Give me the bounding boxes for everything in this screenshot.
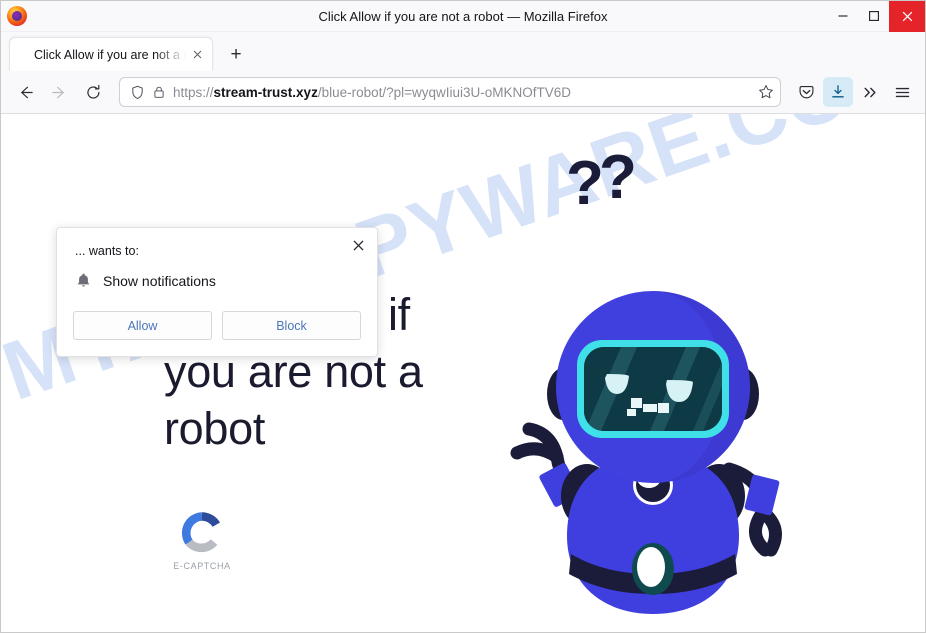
close-window-button[interactable]: [889, 1, 925, 32]
lock-icon[interactable]: [152, 85, 166, 99]
minimize-button[interactable]: [827, 1, 858, 32]
pocket-icon[interactable]: [791, 77, 821, 107]
page-content: MYANTISPYWARE.COM Click Allow if you are…: [1, 114, 925, 632]
tab-label: Click Allow if you are not a robot: [34, 47, 189, 62]
forward-button[interactable]: [43, 76, 75, 108]
bell-icon: [75, 272, 92, 289]
reload-button[interactable]: [77, 76, 109, 108]
allow-button[interactable]: Allow: [73, 311, 212, 340]
back-button[interactable]: [9, 76, 41, 108]
bookmark-star-icon[interactable]: [758, 84, 774, 100]
permission-row: Show notifications: [75, 272, 359, 289]
svg-text:?: ?: [599, 144, 637, 212]
question-marks: ? ?: [566, 143, 637, 218]
browser-window: Click Allow if you are not a robot — Moz…: [0, 0, 926, 633]
url-bar[interactable]: https://stream-trust.xyz/blue-robot/?pl=…: [119, 77, 781, 107]
title-bar: Click Allow if you are not a robot — Moz…: [1, 1, 925, 32]
url-text[interactable]: https://stream-trust.xyz/blue-robot/?pl=…: [173, 85, 751, 100]
tab-strip: Click Allow if you are not a robot +: [1, 32, 925, 71]
dialog-host-text: ... wants to:: [75, 244, 139, 258]
window-controls: [827, 1, 925, 32]
permission-label: Show notifications: [103, 272, 216, 289]
overflow-menu-icon[interactable]: [855, 77, 885, 107]
tab-active[interactable]: Click Allow if you are not a robot: [9, 37, 213, 71]
e-captcha-ring-logo-icon: [180, 511, 224, 555]
e-captcha-badge: E-CAPTCHA: [171, 511, 233, 571]
block-button[interactable]: Block: [222, 311, 361, 340]
firefox-logo-icon: [7, 6, 27, 26]
dialog-close-icon[interactable]: [347, 234, 369, 256]
blue-robot-illustration-icon: ? ?: [471, 143, 811, 624]
notification-permission-dialog: ... wants to: Show notifications Allow B…: [56, 227, 378, 357]
maximize-button[interactable]: [858, 1, 889, 32]
downloads-icon[interactable]: [823, 77, 853, 107]
e-captcha-label: E-CAPTCHA: [173, 561, 231, 571]
navigation-toolbar: https://stream-trust.xyz/blue-robot/?pl=…: [1, 71, 925, 114]
hamburger-menu-icon[interactable]: [887, 77, 917, 107]
new-tab-button[interactable]: +: [221, 39, 251, 69]
dialog-actions: Allow Block: [73, 311, 361, 340]
tab-close-icon[interactable]: [189, 46, 206, 63]
window-title: Click Allow if you are not a robot — Moz…: [318, 8, 608, 24]
shield-icon[interactable]: [130, 85, 145, 100]
